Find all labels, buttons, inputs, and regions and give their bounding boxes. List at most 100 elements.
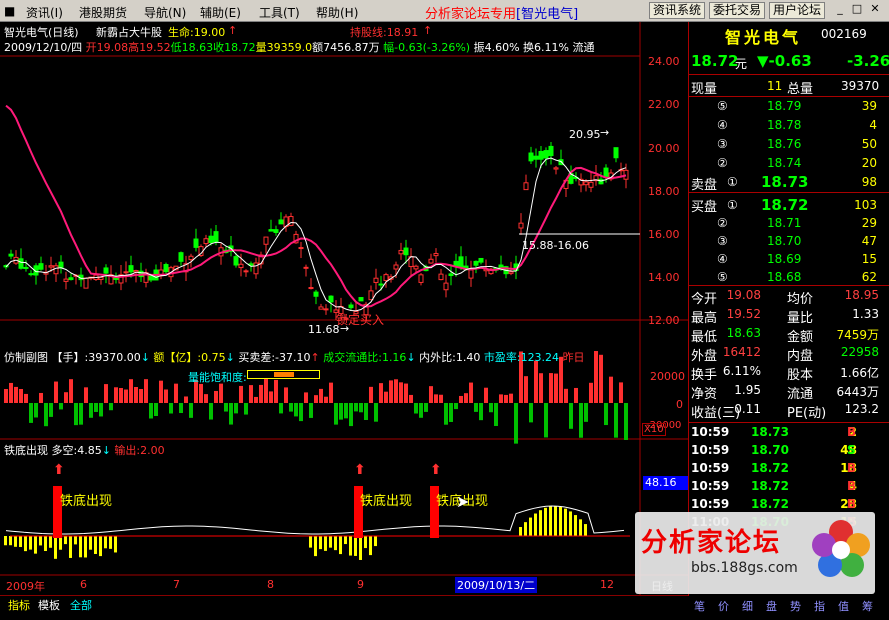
candle-body bbox=[298, 247, 304, 250]
x-month: 12 bbox=[600, 578, 614, 591]
tab-indicators[interactable]: 指标 bbox=[8, 597, 30, 613]
annotation-range: 15.88-16.06 bbox=[522, 239, 589, 252]
volume-bar bbox=[159, 380, 163, 403]
indicator-bar bbox=[544, 507, 547, 536]
order-level: ④ bbox=[717, 252, 728, 266]
volume-bar bbox=[274, 379, 278, 403]
stat-value: 19.08 bbox=[726, 288, 761, 302]
volume-bar bbox=[344, 403, 348, 419]
candle-body bbox=[473, 260, 479, 266]
candle-body bbox=[188, 255, 194, 261]
side-tab[interactable]: 筹 bbox=[862, 598, 873, 614]
candle-body bbox=[398, 249, 404, 255]
order-level: ③ bbox=[717, 137, 728, 151]
candle-body bbox=[48, 265, 54, 268]
volume-bar bbox=[314, 395, 318, 403]
candle-body bbox=[548, 145, 554, 157]
x-year: 2009年 bbox=[6, 580, 45, 593]
side-tab[interactable]: 值 bbox=[838, 598, 849, 614]
candle-body bbox=[103, 267, 109, 274]
info-amount: 额7456.87万 bbox=[312, 41, 380, 54]
arrow-up-icon: ↑ bbox=[310, 351, 320, 364]
volume-bar bbox=[499, 394, 503, 403]
candle-body bbox=[428, 258, 434, 264]
side-tab[interactable]: 指 bbox=[814, 598, 825, 614]
side-tab[interactable]: 盘 bbox=[766, 598, 777, 614]
chart-area[interactable]: 智光电气(日线) 新霸占大牛股 生命:19.00 ↑ 持股线:18.91 ↑ 2… bbox=[0, 22, 688, 598]
side-tab[interactable]: 价 bbox=[718, 598, 729, 614]
candle-body bbox=[128, 265, 134, 273]
tab-templates[interactable]: 模板 bbox=[38, 597, 60, 613]
candle-body bbox=[23, 266, 29, 270]
menu-item-tools[interactable]: 工具(T) bbox=[259, 4, 300, 21]
candle-body bbox=[28, 273, 34, 276]
forum-button[interactable]: 用户论坛 bbox=[769, 2, 826, 19]
indicator-bar bbox=[549, 506, 552, 536]
indicator-bar bbox=[54, 536, 57, 559]
volume-bar bbox=[334, 403, 338, 425]
volume-bar bbox=[424, 403, 428, 412]
volume-bar bbox=[319, 388, 323, 403]
tick-time: 10:59 bbox=[691, 479, 730, 493]
total-vol-value: 39370 bbox=[841, 79, 880, 93]
vol-inout: 内外比:1.40 bbox=[419, 351, 481, 364]
info-system-button[interactable]: 资讯系统 bbox=[649, 2, 706, 19]
kline-chart[interactable] bbox=[0, 22, 688, 598]
candle-body bbox=[518, 222, 524, 229]
side-tab[interactable]: 笔 bbox=[694, 598, 705, 614]
candle-body bbox=[58, 261, 64, 268]
menu-item-help[interactable]: 帮助(H) bbox=[316, 4, 358, 21]
menu-item-nav[interactable]: 导航(N) bbox=[144, 4, 186, 21]
sell-label: 卖盘 bbox=[691, 178, 718, 193]
indicator-bar bbox=[89, 536, 92, 550]
minimize-icon[interactable]: _ bbox=[832, 2, 848, 18]
candle-body bbox=[588, 181, 594, 188]
app-logo-icon: ■ bbox=[4, 4, 16, 18]
indicator-bar bbox=[109, 536, 112, 549]
volume-bar bbox=[399, 382, 403, 403]
candle-body bbox=[313, 291, 319, 297]
order-price: 18.72 bbox=[761, 196, 809, 214]
info-close: 收18.72 bbox=[213, 41, 256, 54]
trade-button[interactable]: 委托交易 bbox=[709, 2, 766, 19]
menu-item-aux[interactable]: 辅助(E) bbox=[200, 4, 241, 21]
volume-bar bbox=[104, 384, 108, 403]
stock-name: 智光电气 bbox=[725, 28, 802, 47]
indicator-bar bbox=[354, 536, 357, 556]
volume-bar bbox=[269, 391, 273, 403]
indicator-bar bbox=[359, 536, 362, 560]
candle-body bbox=[303, 266, 309, 269]
cursor-date: 2009/10/13/二 bbox=[455, 577, 538, 593]
volume-bar bbox=[574, 387, 578, 403]
stat-label: 金额 bbox=[787, 330, 814, 345]
indicator-bar bbox=[584, 524, 587, 536]
arrow-right-icon: → bbox=[600, 126, 610, 139]
volume-bar bbox=[489, 403, 493, 413]
indicator-bar bbox=[364, 536, 367, 549]
title-text: 分析家论坛专用 bbox=[425, 7, 517, 22]
tab-all[interactable]: 全部 bbox=[70, 597, 92, 613]
side-tab[interactable]: 势 bbox=[790, 598, 801, 614]
volume-bar bbox=[69, 379, 73, 403]
menu-item-info[interactable]: 资讯(I) bbox=[26, 4, 63, 21]
order-level: ① bbox=[727, 198, 738, 212]
volume-bar bbox=[459, 395, 463, 403]
volume-bar bbox=[379, 383, 383, 403]
vol-diff: 买卖差:-37.10 bbox=[238, 351, 311, 364]
indicator-bar bbox=[84, 536, 87, 558]
ind-value-box: 48.16 bbox=[643, 476, 688, 490]
stat-value: 1.95 bbox=[734, 383, 761, 397]
order-price: 18.68 bbox=[767, 270, 802, 284]
volume-bar bbox=[354, 403, 358, 412]
side-tab[interactable]: 细 bbox=[742, 598, 753, 614]
x10-badge[interactable]: X10 bbox=[642, 423, 666, 436]
candle-body bbox=[83, 277, 89, 289]
candle-body bbox=[148, 275, 154, 281]
tick-side: S bbox=[847, 443, 856, 457]
menu-item-hk-futures[interactable]: 港股期货 bbox=[79, 4, 127, 21]
restore-icon[interactable]: □ bbox=[849, 2, 865, 18]
candle-body bbox=[208, 235, 214, 243]
indicator-bar bbox=[319, 536, 322, 550]
close-icon[interactable]: ✕ bbox=[867, 2, 883, 18]
volume-bar bbox=[304, 392, 308, 403]
